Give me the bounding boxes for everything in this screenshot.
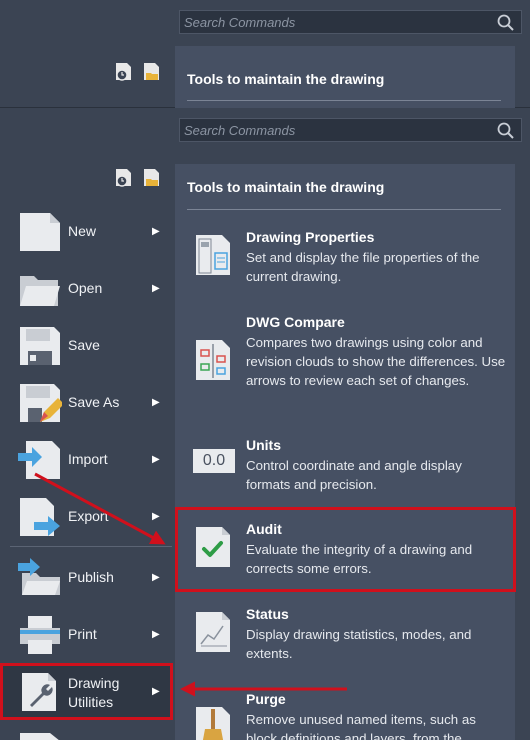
search-icon[interactable] xyxy=(497,14,515,37)
menu-item-new[interactable]: New ▶ xyxy=(0,203,172,260)
heading-divider-top xyxy=(187,100,501,101)
recent-open-toggle-top xyxy=(113,62,165,84)
tool-drawing-properties[interactable]: Drawing Properties Set and display the f… xyxy=(190,229,510,289)
recent-documents-icon[interactable] xyxy=(113,168,137,188)
publish-icon xyxy=(18,558,60,595)
tool-description: Display drawing statistics, modes, and e… xyxy=(246,627,472,661)
tool-units[interactable]: 0.0 Units Control coordinate and angle d… xyxy=(190,437,510,497)
tool-status[interactable]: Status Display drawing statistics, modes… xyxy=(190,606,510,666)
new-document-icon xyxy=(20,213,60,251)
search-icon[interactable] xyxy=(497,122,515,145)
menu-item-open[interactable]: Open ▶ xyxy=(0,260,172,317)
tool-title: Status xyxy=(246,606,289,622)
open-folder-icon xyxy=(20,276,60,306)
menu-item-label: Save As xyxy=(68,394,120,410)
purge-broom-icon xyxy=(196,707,230,740)
menu-item-label: Export xyxy=(68,508,109,524)
menu-item-label: Save xyxy=(68,337,100,353)
open-documents-icon[interactable] xyxy=(141,62,165,82)
menu-separator xyxy=(10,546,172,547)
panel-heading-top: Tools to maintain the drawing xyxy=(187,71,385,87)
drawing-utilities-highlight-box xyxy=(0,663,173,720)
save-as-icon xyxy=(20,384,62,422)
tool-description: Compares two drawings using color and re… xyxy=(246,335,506,388)
submenu-arrow-icon: ▶ xyxy=(152,511,160,522)
printer-icon xyxy=(20,616,60,654)
submenu-arrow-icon: ▶ xyxy=(152,572,160,583)
menu-item-import[interactable]: Import ▶ xyxy=(0,431,172,488)
tool-description: Control coordinate and angle display for… xyxy=(246,458,462,492)
search-box-top[interactable] xyxy=(179,10,522,34)
status-icon xyxy=(196,612,230,652)
tool-description: Remove unused named items, such as block… xyxy=(246,712,476,740)
import-icon xyxy=(18,441,60,479)
panel-margin xyxy=(515,164,530,740)
audit-highlight-box xyxy=(175,507,516,592)
tool-dwg-compare[interactable]: DWG Compare Compares two drawings using … xyxy=(190,314,510,414)
heading-divider xyxy=(187,209,501,210)
menu-item-export[interactable]: Export ▶ xyxy=(0,488,172,545)
search-box[interactable] xyxy=(179,118,522,142)
search-input[interactable] xyxy=(180,119,490,141)
menu-item-print[interactable]: Print ▶ xyxy=(0,606,172,663)
menu-item-label: Import xyxy=(68,451,108,467)
panel-heading: Tools to maintain the drawing xyxy=(187,179,385,195)
export-icon xyxy=(20,498,60,536)
menu-item-label: Open xyxy=(68,280,103,296)
save-floppy-icon xyxy=(20,327,60,365)
menu-item-publish[interactable]: Publish ▶ xyxy=(0,549,172,606)
drawing-properties-icon xyxy=(196,235,230,275)
tool-title: Drawing Properties xyxy=(246,229,375,245)
next-item-icon xyxy=(20,733,59,740)
recent-documents-icon[interactable] xyxy=(113,62,137,82)
menu-item-save[interactable]: Save xyxy=(0,317,172,374)
submenu-arrow-icon: ▶ xyxy=(152,454,160,465)
tool-purge[interactable]: Purge Remove unused named items, such as… xyxy=(190,691,510,740)
menu-item-label: Publish xyxy=(68,569,114,585)
tool-title: Purge xyxy=(246,691,286,707)
search-input-top[interactable] xyxy=(180,11,490,33)
submenu-arrow-icon: ▶ xyxy=(152,226,160,237)
tool-title: DWG Compare xyxy=(246,314,345,330)
menu-item-label: New xyxy=(68,223,97,239)
recent-open-toggle xyxy=(113,168,165,190)
submenu-arrow-icon: ▶ xyxy=(152,629,160,640)
submenu-arrow-icon: ▶ xyxy=(152,283,160,294)
menu-item-label: Print xyxy=(68,626,97,642)
dwg-compare-icon xyxy=(196,340,230,380)
open-documents-icon[interactable] xyxy=(141,168,165,188)
units-icon: 0.0 xyxy=(193,449,235,473)
tool-description: Set and display the file properties of t… xyxy=(246,250,480,284)
tool-title: Units xyxy=(246,437,281,453)
menu-item-save-as[interactable]: Save As ▶ xyxy=(0,374,172,431)
submenu-arrow-icon: ▶ xyxy=(152,397,160,408)
